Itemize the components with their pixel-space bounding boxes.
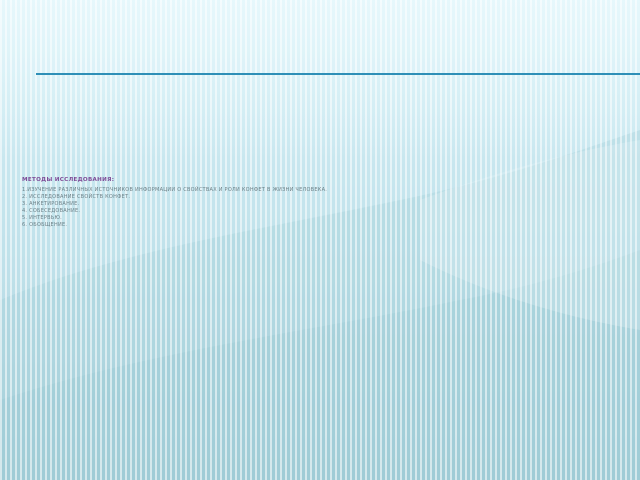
background-glow <box>0 0 640 160</box>
list-item: 6. ОБОБЩЕНИЕ. <box>22 222 68 229</box>
title-rule <box>36 73 640 75</box>
slide-content: МЕТОДЫ ИССЛЕДОВАНИЯ: 1.ИЗУЧЕНИЕ РАЗЛИЧНЫ… <box>22 176 582 230</box>
background-stripes <box>0 0 640 480</box>
methods-heading: МЕТОДЫ ИССЛЕДОВАНИЯ: <box>22 177 115 183</box>
background-wave-shapes <box>0 130 640 480</box>
list-item: 2. ИССЛЕДОВАНИЕ СВОЙСТВ КОНФЕТ. <box>22 194 131 201</box>
slide: МЕТОДЫ ИССЛЕДОВАНИЯ: 1.ИЗУЧЕНИЕ РАЗЛИЧНЫ… <box>0 0 640 480</box>
list-item: 3. АНКЕТИРОВАНИЕ. <box>22 201 80 208</box>
list-item: 5. ИНТЕРВЬЮ. <box>22 215 62 222</box>
list-item: 4. СОБЕСЕДОВАНИЕ. <box>22 208 81 215</box>
